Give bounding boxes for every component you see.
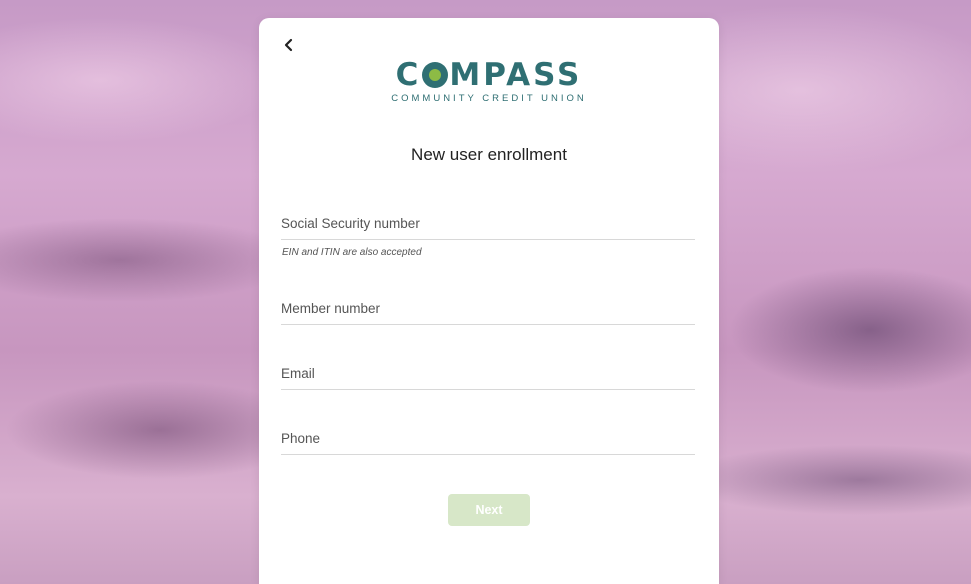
logo-letter-c: C bbox=[395, 57, 422, 93]
chevron-left-icon bbox=[284, 38, 293, 52]
logo-wordmark: C MPASS bbox=[396, 58, 583, 92]
next-button[interactable]: Next bbox=[448, 494, 530, 526]
email-field[interactable] bbox=[281, 359, 695, 387]
logo-subtitle: COMMUNITY CREDIT UNION bbox=[391, 93, 587, 104]
ssn-field[interactable] bbox=[281, 209, 695, 237]
logo-letters-mpass: MPASS bbox=[449, 57, 583, 93]
compass-logo: C MPASS COMMUNITY CREDIT UNION bbox=[259, 58, 719, 104]
logo-compass-o-icon bbox=[422, 62, 449, 88]
ssn-field-container bbox=[281, 209, 695, 240]
ssn-hint: EIN and ITIN are also accepted bbox=[282, 247, 422, 258]
member-number-field[interactable] bbox=[281, 294, 695, 322]
phone-field[interactable] bbox=[281, 424, 695, 452]
back-button[interactable] bbox=[281, 36, 297, 54]
member-number-field-container bbox=[281, 294, 695, 325]
email-field-container bbox=[281, 359, 695, 390]
page-title: New user enrollment bbox=[411, 145, 567, 164]
enrollment-card: C MPASS COMMUNITY CREDIT UNION New user … bbox=[259, 18, 719, 584]
phone-field-container bbox=[281, 424, 695, 455]
